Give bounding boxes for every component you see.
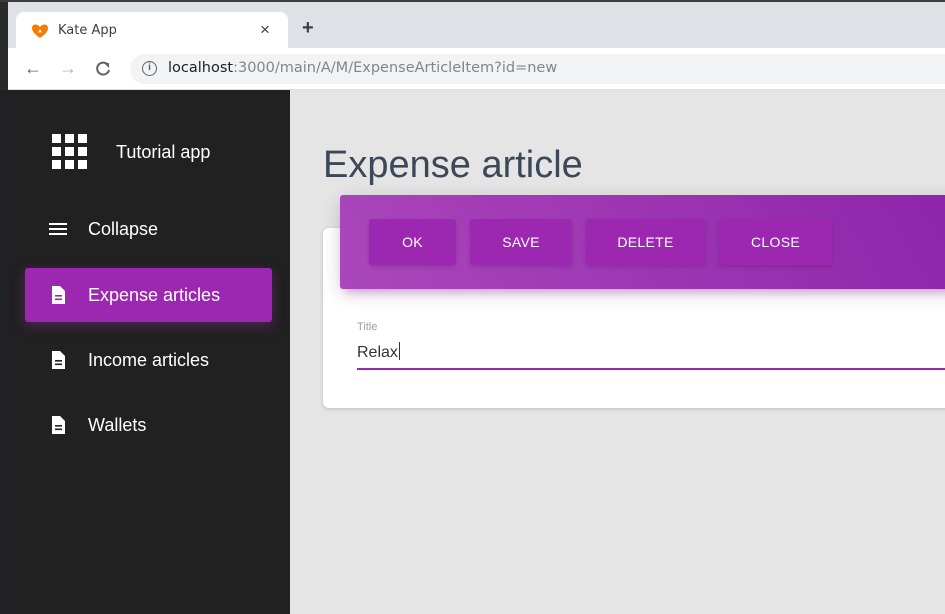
sidebar-item-label: Income articles <box>88 350 210 370</box>
url-host: localhost <box>168 60 234 76</box>
document-icon <box>52 286 65 304</box>
document-icon <box>52 416 65 434</box>
main-content: Expense article OK SAVE DELETE CLOSE Tit… <box>290 90 945 614</box>
ok-button[interactable]: OK <box>369 219 456 265</box>
reload-icon[interactable] <box>94 60 112 78</box>
address-bar[interactable]: i localhost:3000/main/A/M/ExpenseArticle… <box>130 54 945 84</box>
tab-title: Kate App <box>58 23 117 38</box>
app-window: Tutorial app Collapse Expense articles I… <box>8 90 945 614</box>
browser-toolbar: ← → i localhost:3000/main/A/M/ExpenseArt… <box>0 48 945 90</box>
browser-tab-strip: Kate App × + <box>0 0 945 50</box>
sidebar-item-label: Collapse <box>88 219 159 239</box>
card-toolbar: OK SAVE DELETE CLOSE <box>340 195 945 289</box>
sidebar-item-income-articles[interactable]: Income articles <box>25 333 272 387</box>
sidebar-item-label: Expense articles <box>88 285 221 305</box>
title-field-label: Title <box>357 321 378 333</box>
close-button[interactable]: CLOSE <box>719 219 832 265</box>
sidebar: Tutorial app Collapse Expense articles I… <box>8 90 290 614</box>
delete-button[interactable]: DELETE <box>586 219 705 265</box>
menu-icon <box>49 223 67 235</box>
sidebar-item-label: Wallets <box>88 415 147 435</box>
url-path: :3000/main/A/M/ExpenseArticleItem?id=new <box>233 60 558 76</box>
tab-close-icon[interactable]: × <box>260 21 270 39</box>
url-text: localhost:3000/main/A/M/ExpenseArticleIt… <box>168 60 557 76</box>
window-edge <box>0 2 8 50</box>
document-icon <box>52 351 65 369</box>
app-title[interactable]: Tutorial app <box>116 142 210 163</box>
site-info-icon[interactable]: i <box>142 61 157 76</box>
title-input-value: Relax <box>357 344 398 361</box>
new-tab-button[interactable]: + <box>302 18 314 38</box>
sidebar-item-wallets[interactable]: Wallets <box>25 398 272 452</box>
apps-grid-icon[interactable] <box>52 134 88 170</box>
page-title: Expense article <box>323 144 583 186</box>
sidebar-item-collapse[interactable]: Collapse <box>25 202 272 256</box>
back-arrow-icon[interactable]: ← <box>24 58 42 78</box>
sidebar-item-expense-articles[interactable]: Expense articles <box>25 268 272 322</box>
title-input[interactable]: Relax <box>357 342 945 370</box>
browser-tab[interactable]: Kate App × <box>16 12 288 50</box>
forward-arrow-icon[interactable]: → <box>59 58 77 78</box>
text-caret <box>398 342 400 360</box>
app-favicon-icon <box>32 24 48 38</box>
save-button[interactable]: SAVE <box>470 219 572 265</box>
window-edge <box>0 48 8 90</box>
